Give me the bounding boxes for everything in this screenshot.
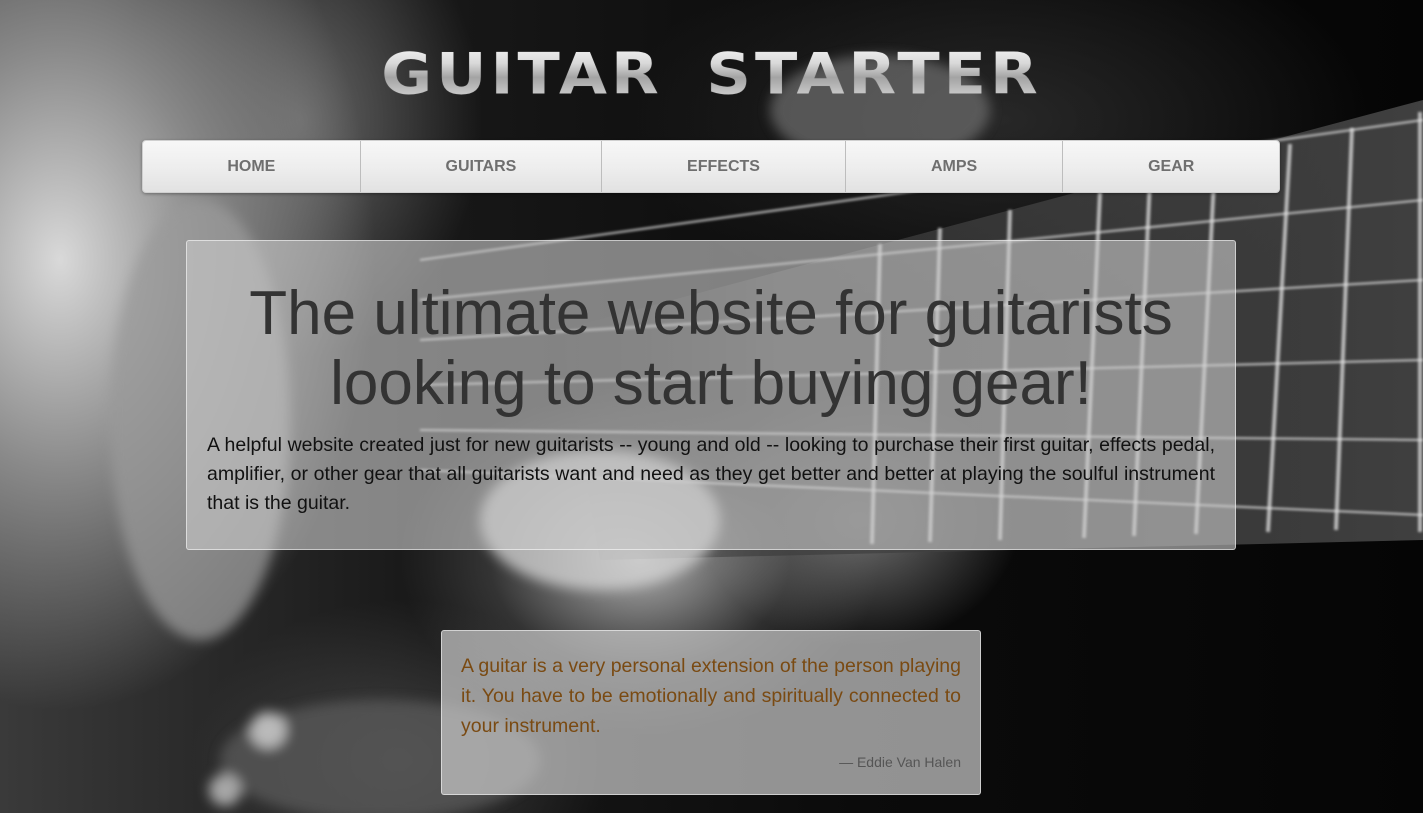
logo-text: GUITAR STARTER — [381, 39, 1042, 108]
nav-item-guitars[interactable]: GUITARS — [359, 141, 602, 192]
quote-text: A guitar is a very personal extension of… — [461, 655, 961, 737]
hero-description: A helpful website created just for new g… — [207, 434, 1215, 514]
nav-item-home[interactable]: HOME — [143, 141, 360, 192]
nav-item-effects[interactable]: EFFECTS — [601, 141, 845, 192]
quote-author: — Eddie Van Halen — [839, 754, 961, 770]
hero-title: The ultimate website for guitarists look… — [249, 279, 1173, 418]
quote-panel: A guitar is a very personal extension of… — [441, 630, 981, 795]
site-logo[interactable]: GUITAR STARTER — [0, 36, 1423, 112]
hero-panel: The ultimate website for guitarists look… — [186, 240, 1236, 550]
nav-item-gear[interactable]: GEAR — [1062, 141, 1279, 192]
main-nav: HOME GUITARS EFFECTS AMPS GEAR — [142, 140, 1280, 193]
nav-item-amps[interactable]: AMPS — [844, 141, 1063, 192]
